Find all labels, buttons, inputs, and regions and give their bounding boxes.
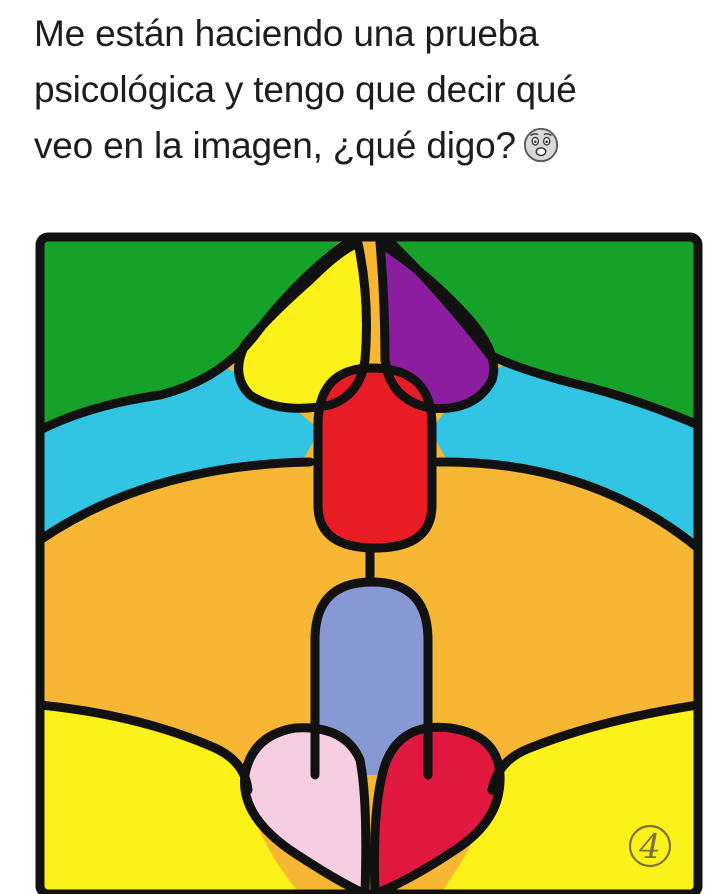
stained-glass-artwork: 4 — [35, 232, 703, 894]
signature-text: 4 — [638, 827, 661, 867]
red-capsule — [318, 368, 432, 548]
